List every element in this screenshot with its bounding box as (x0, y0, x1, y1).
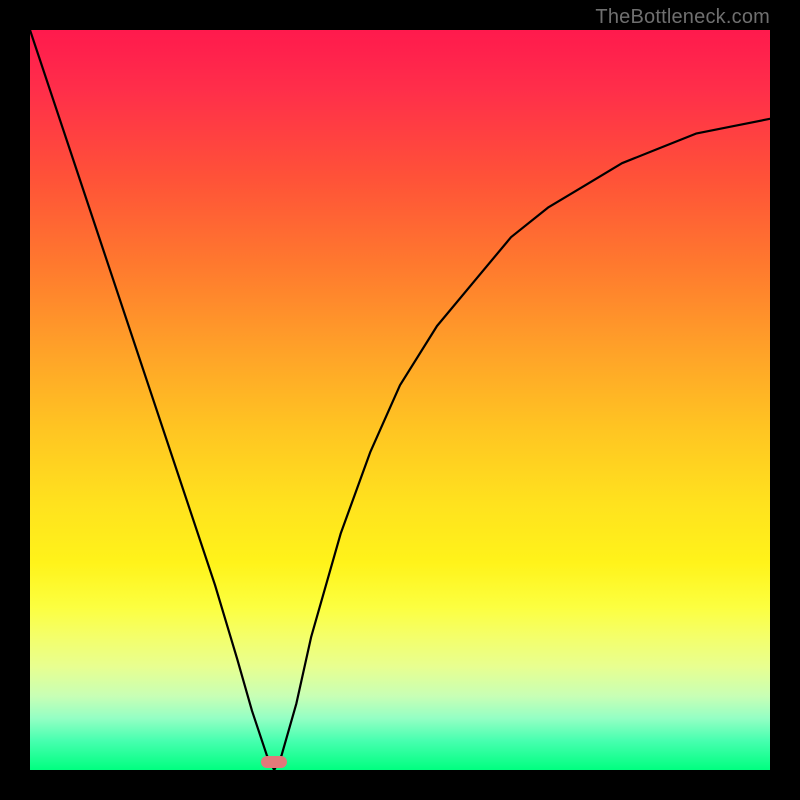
chart-frame: TheBottleneck.com (0, 0, 800, 800)
plot-area (30, 30, 770, 770)
watermark-text: TheBottleneck.com (595, 6, 770, 29)
bottleneck-curve (30, 30, 770, 770)
minimum-marker (261, 756, 287, 768)
